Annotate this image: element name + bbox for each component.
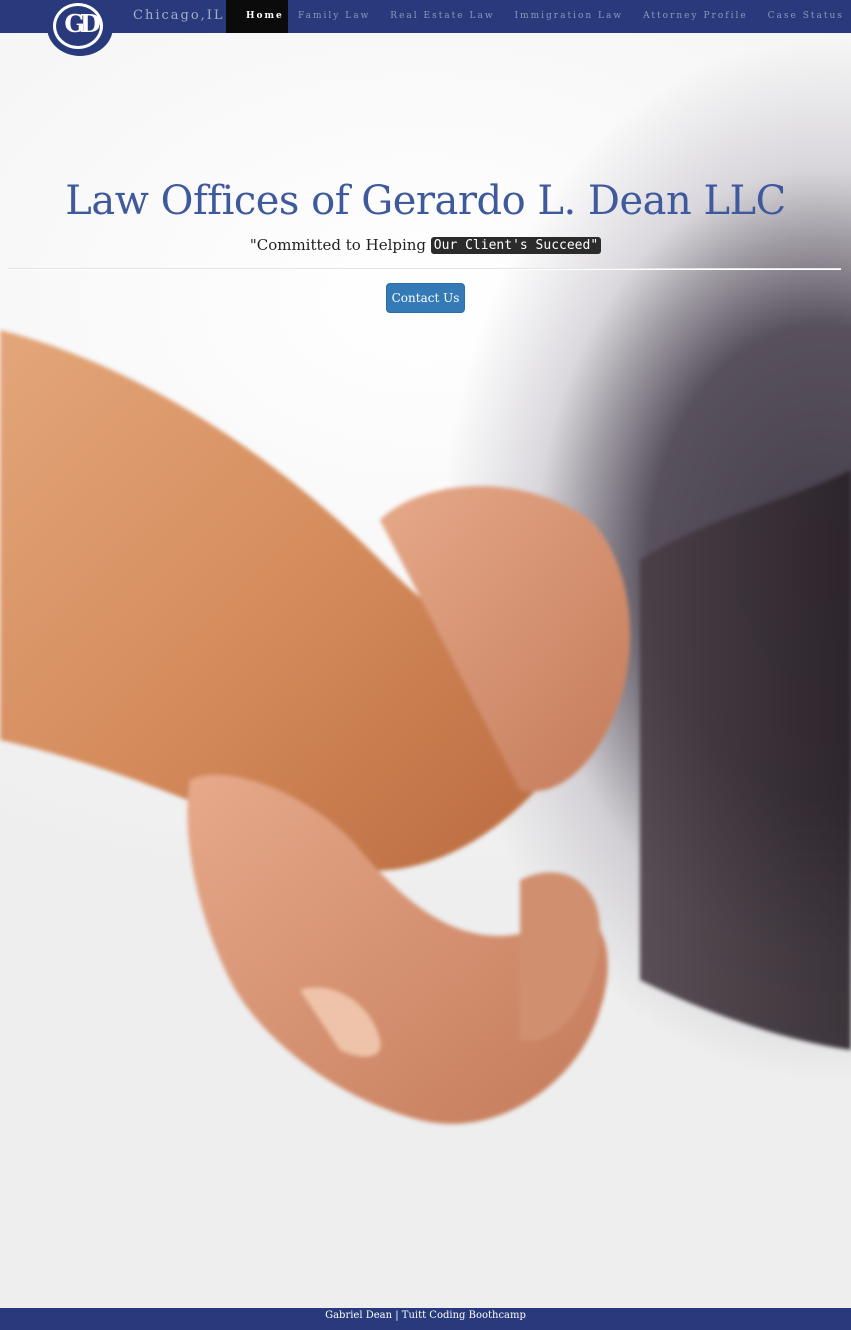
divider [8,268,841,270]
tagline: "Committed to Helping Our Client's Succe… [0,236,851,254]
contact-us-button[interactable]: Contact Us [386,283,465,313]
tagline-prefix: "Committed to Helping [249,236,431,254]
logo-monogram: GD [64,9,100,38]
logo[interactable]: GD [47,0,113,56]
page-title: Law Offices of Gerardo L. Dean LLC [65,178,786,224]
nav-item-real-estate-law[interactable]: Real Estate Law [380,0,504,33]
tagline-highlight: Our Client's Succeed" [430,237,602,254]
nav-menu: Home Family Law Real Estate Law Immigrat… [226,0,851,33]
nav-item-home[interactable]: Home [226,0,288,33]
nav-item-immigration-law[interactable]: Immigration Law [505,0,634,33]
nav-item-case-status[interactable]: Case Status [758,0,851,33]
footer: Gabriel Dean | Tuitt Coding Boothcamp [0,1308,851,1330]
nav-item-attorney-profile[interactable]: Attorney Profile [633,0,758,33]
nav-item-family-law[interactable]: Family Law [288,0,380,33]
footer-text: Gabriel Dean | Tuitt Coding Boothcamp [325,1310,526,1321]
top-navbar: Chicago,IL Home Family Law Real Estate L… [0,0,851,33]
brand-location[interactable]: Chicago,IL [133,8,225,23]
